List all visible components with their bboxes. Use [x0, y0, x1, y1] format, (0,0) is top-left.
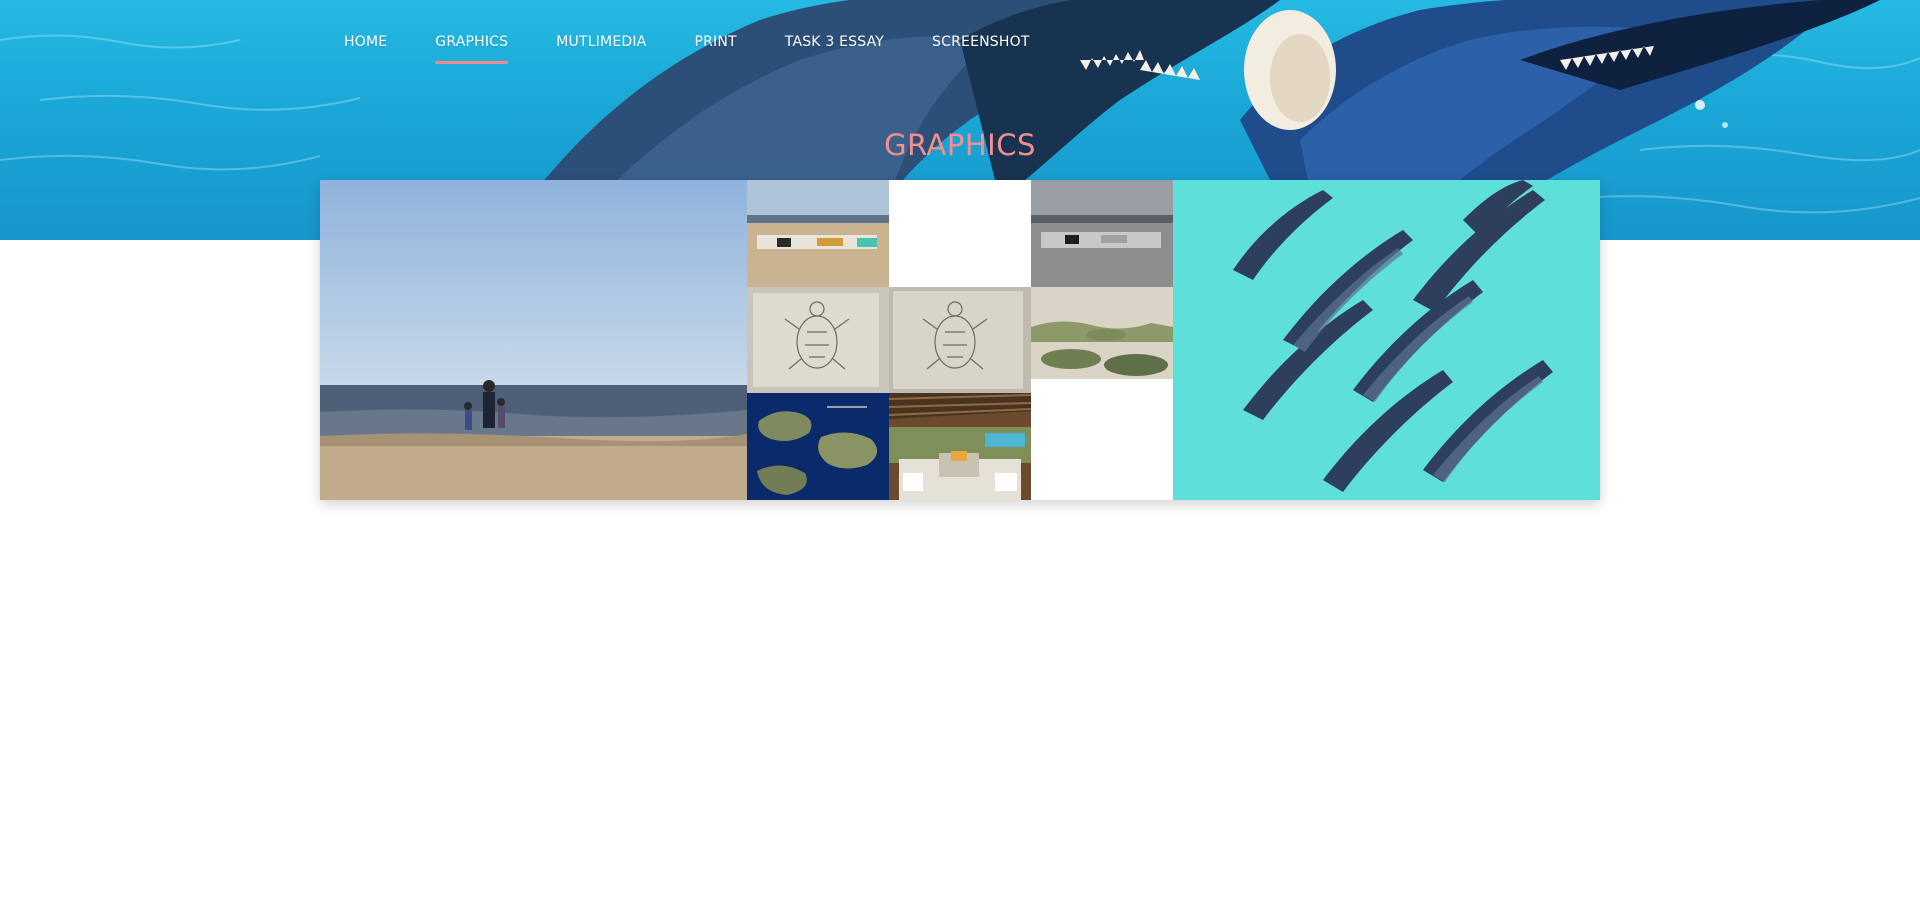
- beach-towels-gray-photo[interactable]: [1031, 180, 1173, 287]
- beach-towels-photo[interactable]: [747, 180, 889, 287]
- nav-item-screenshot[interactable]: SCREENSHOT: [932, 34, 1030, 64]
- resort-patio-photo[interactable]: [889, 393, 1031, 500]
- beach-family-photo[interactable]: [320, 180, 747, 500]
- nav-item-task-3-essay[interactable]: TASK 3 ESSAY: [785, 34, 884, 64]
- main-nav: HOME GRAPHICS MUTLIMEDIA PRINT TASK 3 ESSAY S…: [344, 34, 1078, 64]
- dolphin-pod-illustration[interactable]: [1173, 180, 1600, 500]
- nav-item-print[interactable]: PRINT: [694, 34, 736, 64]
- turtle-sketch-photo[interactable]: [889, 287, 1031, 393]
- rocky-shore-photo[interactable]: [1031, 287, 1173, 379]
- page-title: GRAPHICS: [884, 128, 1036, 162]
- image-gallery: [320, 180, 1600, 500]
- nav-item-mutlimedia[interactable]: MUTLIMEDIA: [556, 34, 646, 64]
- turtle-sketch-photo[interactable]: [747, 287, 889, 393]
- gallery-spacer: [889, 180, 1031, 287]
- nav-item-home[interactable]: HOME: [344, 34, 387, 64]
- island-map-illustration[interactable]: [747, 393, 889, 500]
- gallery-spacer: [1031, 379, 1173, 500]
- nav-item-graphics[interactable]: GRAPHICS: [435, 34, 509, 64]
